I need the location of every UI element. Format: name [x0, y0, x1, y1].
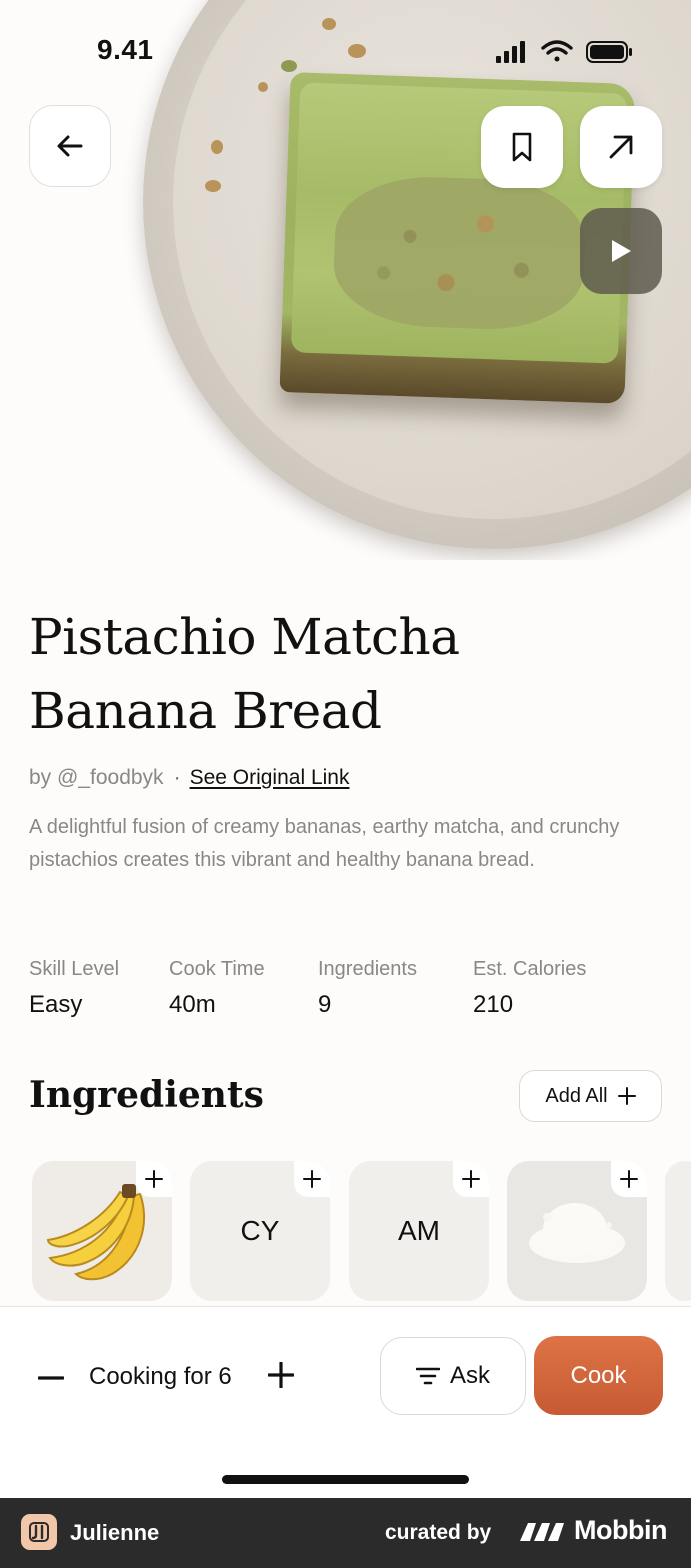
mobbin-wordmark: Mobbin: [574, 1515, 667, 1545]
servings-label: Cooking for 6: [89, 1363, 232, 1390]
stat-value: 9: [318, 991, 332, 1018]
stat-value: 210: [473, 991, 514, 1018]
minus-icon: [38, 1376, 64, 1380]
ingredient-card[interactable]: [32, 1161, 172, 1301]
author-name[interactable]: by @_foodbyk: [29, 766, 164, 789]
recipe-title: Pistachio Matcha Banana Bread: [29, 608, 460, 740]
home-indicator[interactable]: [222, 1475, 469, 1484]
arrow-left-icon: [57, 135, 83, 157]
mobbin-brand: Mobbin: [518, 1515, 667, 1546]
original-link[interactable]: See Original Link: [190, 766, 350, 789]
ask-button[interactable]: Ask: [380, 1337, 526, 1415]
stat-value: 40m: [169, 991, 216, 1018]
decrease-servings-button[interactable]: [36, 1363, 66, 1393]
stat-label: Est. Calories: [473, 958, 587, 980]
plus-icon: [303, 1170, 321, 1188]
ingredient-card[interactable]: [507, 1161, 647, 1301]
plus-icon: [268, 1362, 294, 1388]
stat-label: Skill Level: [29, 958, 120, 980]
add-all-button[interactable]: Add All: [519, 1070, 662, 1122]
battery-icon: [586, 41, 632, 63]
ingredients-carousel[interactable]: CY AM: [32, 1161, 691, 1301]
attribution-footer: Julienne curated by Mobbin: [0, 1498, 691, 1568]
byline-separator: ·: [173, 766, 181, 789]
status-icons: [494, 38, 634, 66]
cook-button[interactable]: Cook: [534, 1336, 663, 1415]
stat-skill-level: Skill Level Easy: [29, 958, 119, 1019]
stat-value: Easy: [29, 991, 83, 1018]
app-logo-icon: [21, 1514, 57, 1550]
ingredient-card[interactable]: [665, 1161, 691, 1301]
ingredients-heading: Ingredients: [29, 1074, 264, 1116]
add-ingredient-button[interactable]: [611, 1161, 647, 1197]
status-time: 9.41: [97, 34, 154, 65]
add-ingredient-button[interactable]: [294, 1161, 330, 1197]
ingredient-initials: AM: [398, 1215, 440, 1246]
curated-by-label: curated by: [385, 1521, 492, 1544]
ask-label: Ask: [449, 1362, 490, 1389]
stat-calories: Est. Calories 210: [473, 958, 586, 1019]
arrow-up-right-icon: [609, 135, 633, 159]
add-ingredient-button[interactable]: [136, 1161, 172, 1197]
ingredient-card[interactable]: CY: [190, 1161, 330, 1301]
filter-lines-icon: [415, 1367, 440, 1385]
back-button[interactable]: [29, 105, 111, 187]
increase-servings-button[interactable]: [266, 1360, 296, 1390]
ingredient-card[interactable]: AM: [349, 1161, 489, 1301]
ingredient-initials: CY: [240, 1215, 280, 1246]
plus-icon: [617, 1087, 636, 1105]
signal-icon: [496, 41, 525, 63]
plus-icon: [145, 1170, 163, 1188]
bookmark-icon: [512, 132, 532, 162]
app-name: Julienne: [70, 1520, 160, 1545]
bookmark-button[interactable]: [481, 106, 563, 188]
plus-icon: [462, 1170, 480, 1188]
bottom-action-bar: Cooking for 6 Ask Cook: [0, 1306, 691, 1498]
plus-icon: [620, 1170, 638, 1188]
byline: by @_foodbyk · See Original Link: [29, 766, 349, 790]
add-all-label: Add All: [545, 1084, 608, 1107]
mobbin-logo-icon: [520, 1522, 564, 1541]
stat-label: Cook Time: [169, 958, 265, 980]
stat-ingredients: Ingredients 9: [318, 958, 417, 1019]
stat-label: Ingredients: [318, 958, 417, 980]
recipe-description: A delightful fusion of creamy bananas, e…: [29, 816, 620, 871]
stat-cook-time: Cook Time 40m: [169, 958, 265, 1019]
wifi-icon: [541, 40, 573, 62]
play-icon: [612, 240, 631, 262]
add-ingredient-button[interactable]: [453, 1161, 489, 1197]
share-button[interactable]: [580, 106, 662, 188]
play-video-button[interactable]: [580, 208, 662, 294]
